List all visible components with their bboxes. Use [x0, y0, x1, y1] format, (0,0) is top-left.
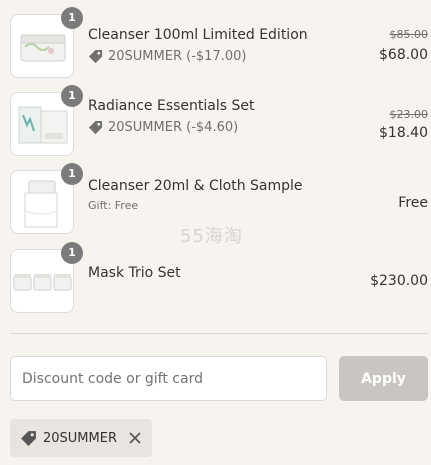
applied-discount-code: 20SUMMER: [43, 430, 117, 446]
item-price: $18.40: [379, 125, 428, 141]
watermark: 55海淘: [180, 226, 243, 247]
original-price: $85.00: [389, 28, 429, 41]
gift-note: Gift: Free: [88, 199, 139, 212]
tag-icon: [88, 120, 103, 135]
quantity-badge: 1: [61, 7, 83, 29]
line-item: 1 Mask Trio Set $230.00: [10, 242, 428, 313]
discount-code: 20SUMMER: [108, 49, 182, 64]
product-thumbnail: 1: [10, 85, 83, 156]
divider: [10, 333, 428, 334]
original-price: $23.00: [389, 108, 429, 121]
product-name: Cleanser 100ml Limited Edition: [88, 27, 308, 43]
tag-icon: [21, 430, 36, 446]
product-name: Cleanser 20ml & Cloth Sample: [88, 178, 303, 194]
discount-line: 20SUMMER (-$4.60): [88, 120, 238, 135]
line-item: 1 Radiance Essentials Set 20SUMMER (-$4.…: [10, 85, 429, 156]
discount-line: 20SUMMER (-$17.00): [88, 49, 246, 64]
apply-button[interactable]: Apply: [339, 356, 428, 401]
discount-amount: (-$4.60): [186, 120, 239, 135]
discount-code: 20SUMMER: [108, 120, 182, 135]
product-name: Mask Trio Set: [88, 265, 181, 281]
product-name: Radiance Essentials Set: [88, 98, 255, 114]
close-icon[interactable]: [128, 431, 142, 445]
quantity-badge: 1: [61, 242, 83, 264]
applied-discount-tag: 20SUMMER: [10, 419, 152, 457]
product-thumbnail: 1: [10, 242, 83, 313]
line-item: 1 Cleanser 100ml Limited Edition 20SUMME…: [10, 7, 429, 78]
discount-code-input[interactable]: [10, 356, 327, 401]
tag-icon: [88, 49, 103, 64]
discount-amount: (-$17.00): [186, 49, 247, 64]
product-thumbnail: 1: [10, 7, 83, 78]
quantity-badge: 1: [61, 85, 83, 107]
item-price: $68.00: [379, 47, 428, 63]
item-price: Free: [398, 195, 428, 211]
item-price: $230.00: [370, 273, 428, 289]
quantity-badge: 1: [61, 163, 83, 185]
product-thumbnail: 1: [10, 163, 83, 234]
